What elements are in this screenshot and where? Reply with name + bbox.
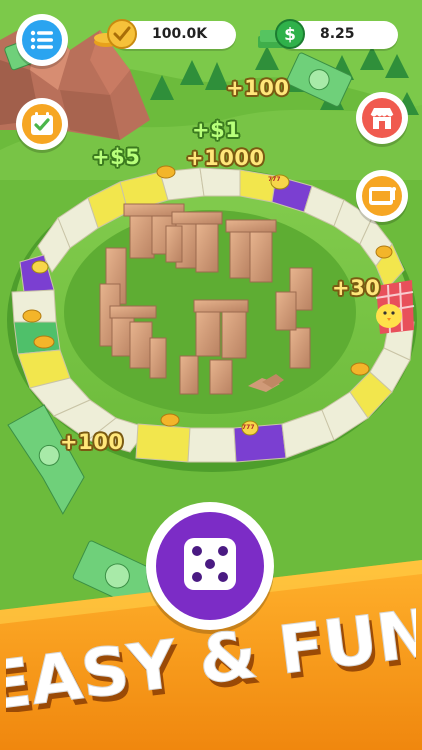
reward-label: +30 — [332, 276, 381, 300]
slot-machine-button[interactable] — [356, 170, 408, 222]
banner-title: EASY & FUN EASY & FUN — [6, 594, 416, 712]
reward-label: +100 — [60, 430, 124, 454]
checklist-icon — [31, 112, 53, 135]
list-icon — [30, 30, 53, 50]
reward-label: +1000 — [186, 146, 265, 170]
tasks-button[interactable] — [16, 98, 68, 150]
coin-stack-icon — [94, 19, 137, 49]
slot-tile-label: 777 — [242, 424, 255, 431]
reward-label: +100 — [226, 76, 290, 100]
coins-value: 100.0K — [152, 26, 208, 42]
slot-tile-label: 777 — [268, 176, 281, 183]
slot-machine-icon — [369, 187, 396, 205]
svg-text:$: $ — [284, 25, 296, 45]
shop-button[interactable] — [356, 92, 408, 144]
reward-label: +$1 — [192, 118, 241, 142]
dice-icon — [184, 538, 236, 590]
banner-title-text: EASY & FUN — [6, 594, 416, 712]
shop-icon — [370, 108, 394, 129]
reward-label: +$5 — [92, 145, 141, 169]
cash-stack-icon: $ — [258, 19, 305, 49]
menu-button[interactable] — [16, 14, 68, 66]
cash-value: 8.25 — [320, 26, 355, 42]
